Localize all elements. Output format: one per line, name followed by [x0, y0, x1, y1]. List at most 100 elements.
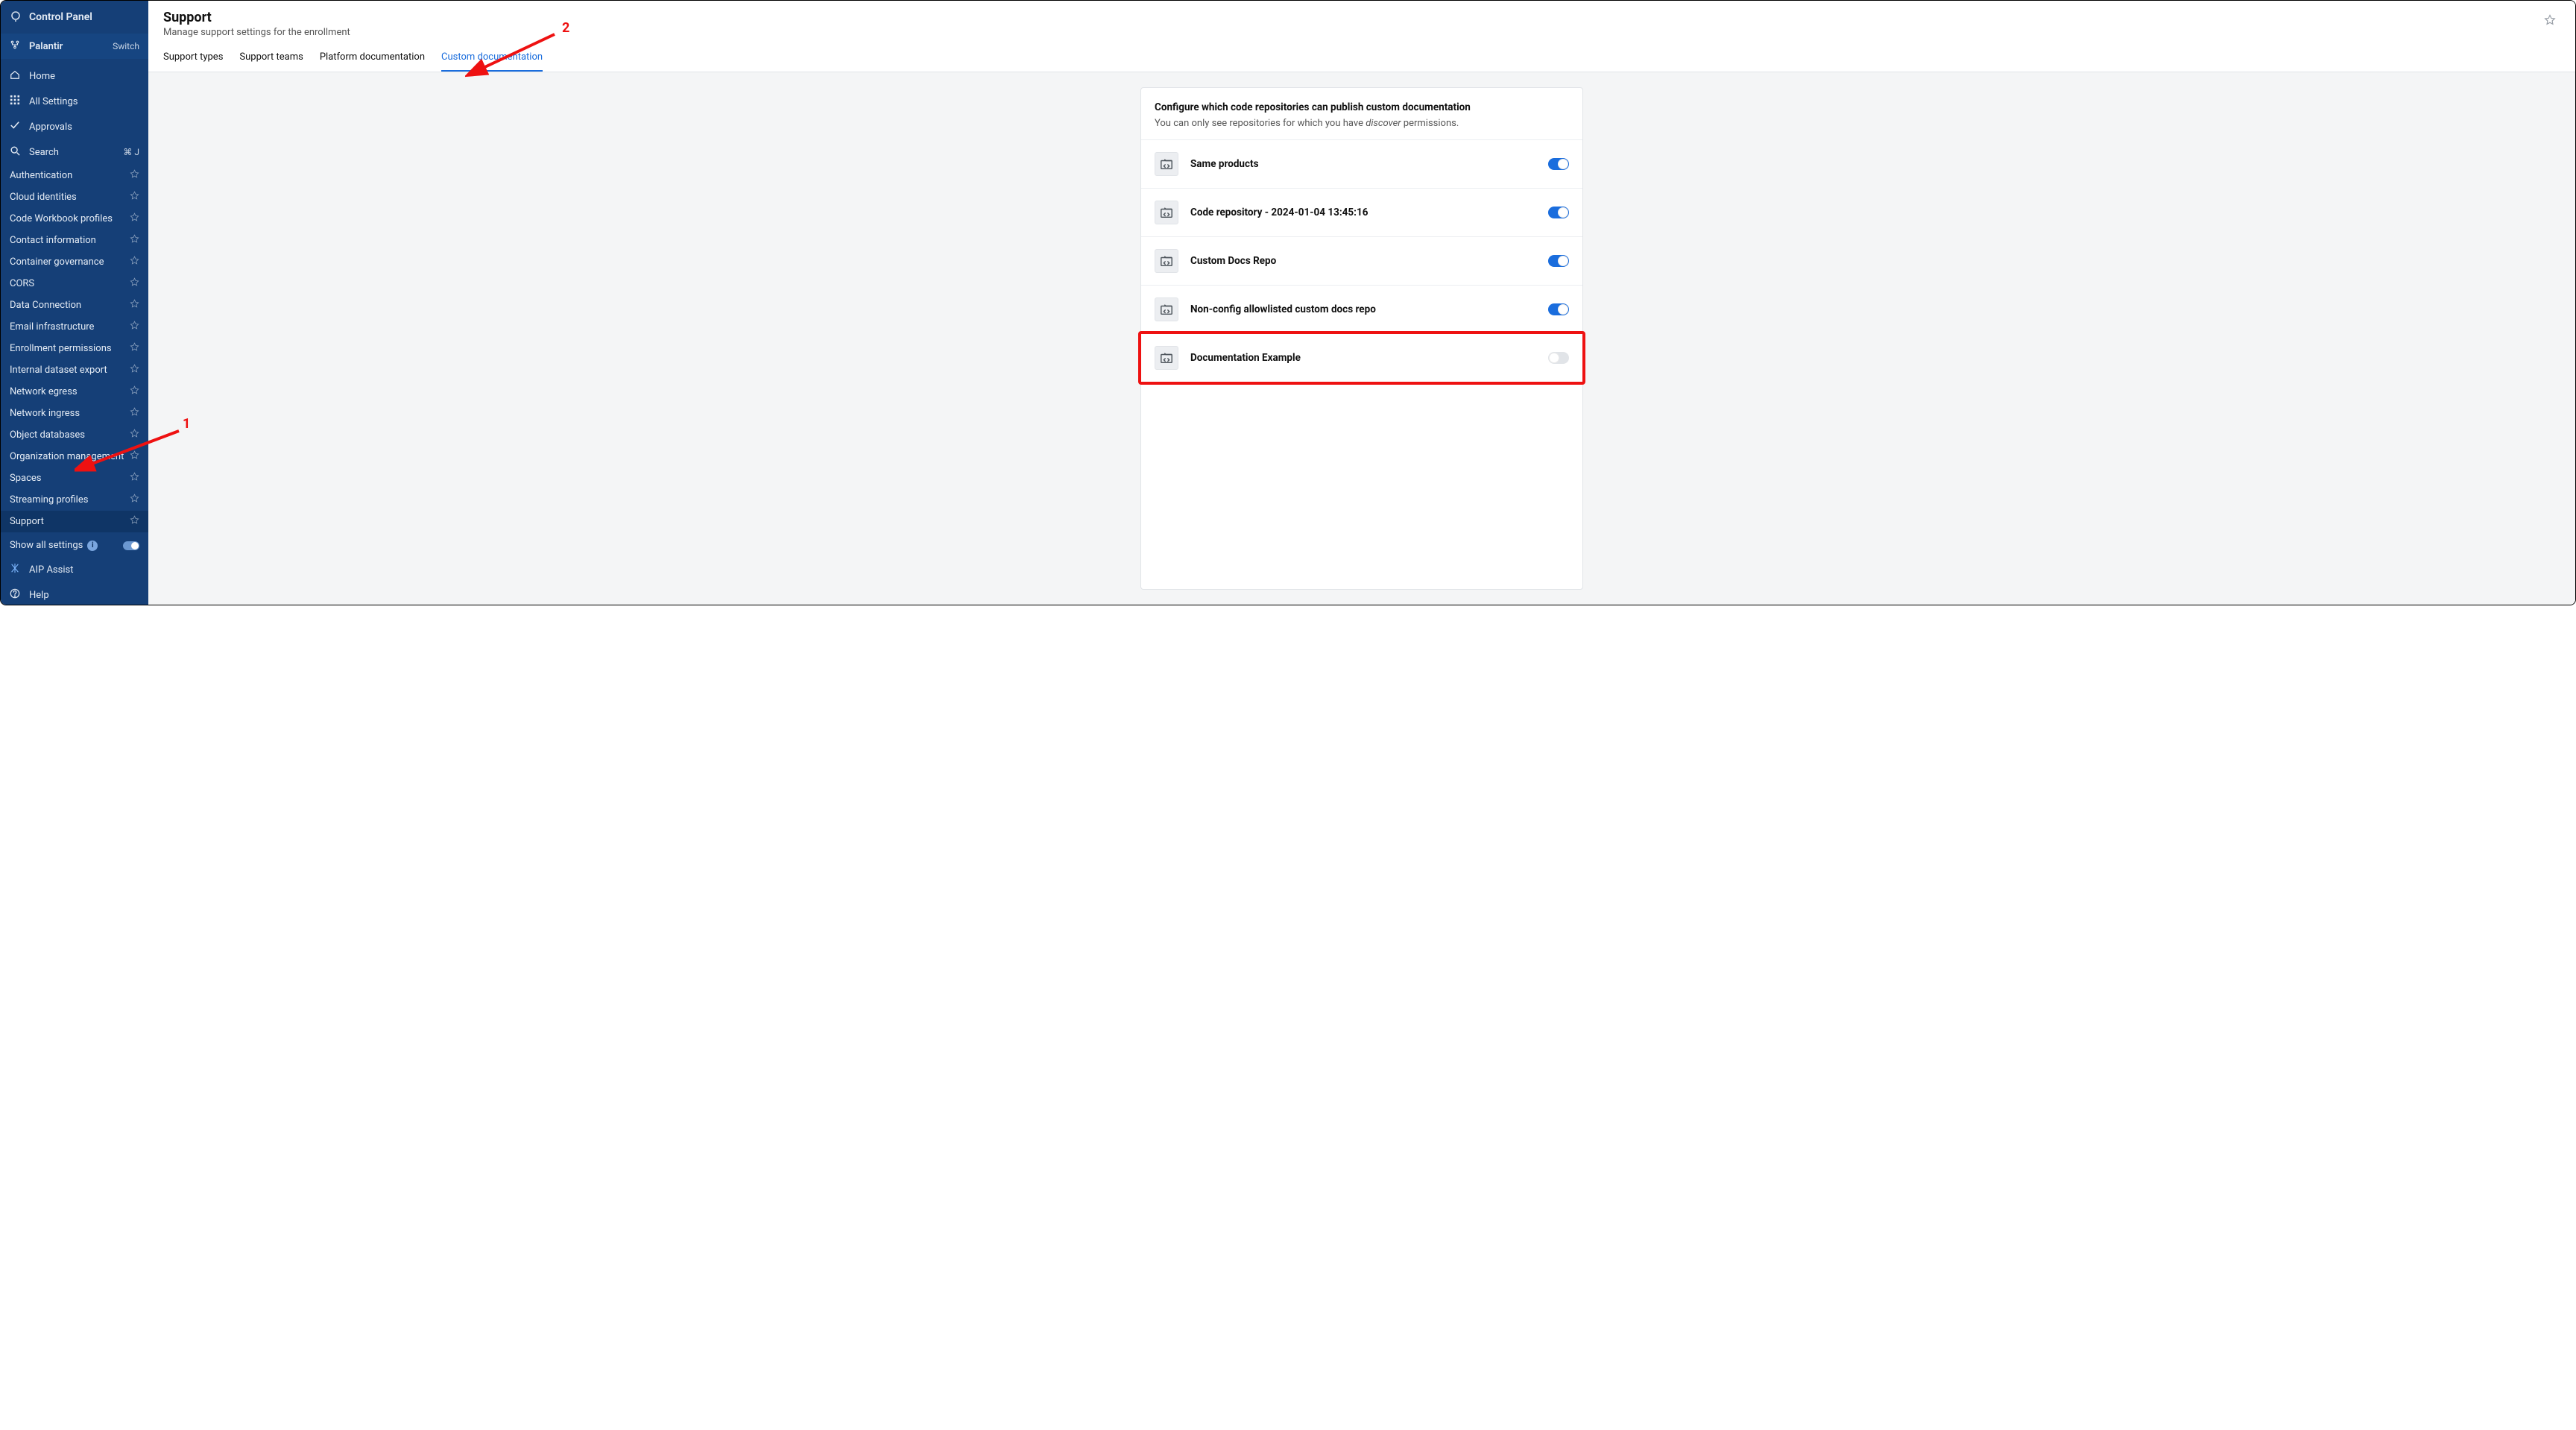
nav-label: Container governance [10, 256, 104, 268]
repo-label: Code repository - 2024-01-04 13:45:16 [1190, 207, 1368, 218]
repo-icon [1155, 297, 1178, 321]
main-content: Support Manage support settings for the … [148, 1, 2575, 605]
star-outline-icon [130, 277, 139, 287]
org-icon [10, 40, 20, 53]
nav-label: Search [29, 147, 59, 158]
sidebar-item-internal-dataset-export[interactable]: Internal dataset export [1, 359, 148, 381]
sidebar-item-streaming-profiles[interactable]: Streaming profiles [1, 489, 148, 511]
nav-label: Network ingress [10, 408, 80, 419]
page-header: Support Manage support settings for the … [148, 1, 2575, 72]
sidebar-primary-nav: Home All Settings Approvals Search [1, 59, 148, 165]
star-outline-icon [130, 299, 139, 309]
tabs: Support types Support teams Platform docum… [163, 51, 2560, 72]
sidebar-item-contact-information[interactable]: Contact information [1, 230, 148, 251]
panel-subtitle: You can only see repositories for which … [1155, 118, 1569, 129]
star-outline-icon [130, 364, 139, 374]
nav-label: Spaces [10, 473, 42, 484]
org-switch-link[interactable]: Switch [113, 41, 139, 51]
sidebar-item-authentication[interactable]: Authentication [1, 165, 148, 186]
sidebar-item-email-infrastructure[interactable]: Email infrastructure [1, 316, 148, 338]
nav-label: Contact information [10, 235, 96, 246]
repo-row: Same products [1141, 140, 1582, 189]
panel-title: Configure which code repositories can pu… [1155, 101, 1569, 113]
repo-label: Documentation Example [1190, 352, 1301, 364]
sidebar-item-container-governance[interactable]: Container governance [1, 251, 148, 273]
nav-label: Internal dataset export [10, 365, 107, 376]
nav-label: Data Connection [10, 300, 81, 311]
search-shortcut: ⌘ J [123, 147, 139, 157]
org-name: Palantir [29, 41, 63, 52]
star-outline-icon [130, 321, 139, 330]
nav-label: Home [29, 71, 55, 82]
tab-support-types[interactable]: Support types [163, 51, 223, 72]
repo-row: Code repository - 2024-01-04 13:45:16 [1141, 189, 1582, 237]
show-all-settings-row[interactable]: Show all settings i [1, 534, 148, 557]
sidebar-item-cloud-identities[interactable]: Cloud identities [1, 186, 148, 208]
repo-row: Non-config allowlisted custom docs repo [1141, 286, 1582, 334]
repo-toggle[interactable] [1548, 352, 1569, 364]
repo-toggle[interactable] [1548, 255, 1569, 267]
star-outline-icon [130, 472, 139, 482]
grid-icon [10, 95, 20, 108]
nav-label: Authentication [10, 170, 72, 181]
repo-label: Same products [1190, 158, 1259, 170]
info-icon: i [87, 541, 98, 551]
star-outline-icon [130, 234, 139, 244]
show-all-label: Show all settings [10, 540, 83, 551]
nav-search[interactable]: Search ⌘ J [1, 139, 148, 165]
repo-label: Non-config allowlisted custom docs repo [1190, 303, 1376, 315]
nav-label: Email infrastructure [10, 321, 94, 333]
nav-label: AIP Assist [29, 564, 73, 576]
nav-help[interactable]: Help [1, 582, 148, 605]
sidebar-header-label: Control Panel [29, 11, 92, 23]
repo-rows: Same products Code repository - 2024-01-0… [1141, 140, 1582, 382]
content-area: Configure which code repositories can pu… [148, 72, 2575, 605]
tab-support-teams[interactable]: Support teams [239, 51, 303, 72]
nav-approvals[interactable]: Approvals [1, 114, 148, 139]
repo-icon [1155, 249, 1178, 273]
app-frame: Control Panel Palantir Switch Home [0, 0, 2576, 605]
sidebar-item-enrollment-permissions[interactable]: Enrollment permissions [1, 338, 148, 359]
tab-platform-documentation[interactable]: Platform documentation [320, 51, 425, 72]
repo-toggle[interactable] [1548, 158, 1569, 170]
sidebar-item-data-connection[interactable]: Data Connection [1, 294, 148, 316]
repo-row: Documentation Example [1141, 334, 1582, 382]
nav-label: CORS [10, 278, 34, 289]
star-outline-icon [130, 212, 139, 222]
star-outline-icon [130, 429, 139, 438]
nav-label: Cloud identities [10, 192, 77, 203]
control-panel-icon [10, 10, 22, 25]
repo-toggle[interactable] [1548, 303, 1569, 315]
sidebar-item-organization-management[interactable]: Organization management [1, 446, 148, 467]
page-subtitle: Manage support settings for the enrollme… [163, 27, 350, 38]
sidebar-item-object-databases[interactable]: Object databases [1, 424, 148, 446]
nav-label: Streaming profiles [10, 494, 88, 505]
tab-custom-documentation[interactable]: Custom documentation [441, 51, 543, 72]
show-all-toggle[interactable] [123, 541, 139, 550]
star-button[interactable] [2539, 10, 2560, 34]
sidebar-item-code-workbook-profiles[interactable]: Code Workbook profiles [1, 208, 148, 230]
sidebar-item-network-ingress[interactable]: Network ingress [1, 403, 148, 424]
sidebar-item-cors[interactable]: CORS [1, 273, 148, 294]
star-outline-icon [130, 256, 139, 265]
nav-home[interactable]: Home [1, 63, 148, 89]
nav-label: Support [10, 516, 44, 527]
sidebar-item-support[interactable]: Support [1, 511, 148, 532]
nav-label: Object databases [10, 429, 85, 441]
sidebar-item-network-egress[interactable]: Network egress [1, 381, 148, 403]
repo-panel: Configure which code repositories can pu… [1140, 87, 1583, 590]
nav-all-settings[interactable]: All Settings [1, 89, 148, 114]
repo-toggle[interactable] [1548, 207, 1569, 218]
star-outline-icon [130, 515, 139, 525]
nav-aip-assist[interactable]: AIP Assist [1, 557, 148, 582]
sidebar-settings-list: Authentication Cloud identities Code Workb… [1, 165, 148, 532]
nav-label: All Settings [29, 96, 78, 107]
sidebar-org-row[interactable]: Palantir Switch [1, 34, 148, 59]
star-outline-icon [130, 494, 139, 503]
sidebar-item-spaces[interactable]: Spaces [1, 467, 148, 489]
star-outline-icon [130, 407, 139, 417]
repo-label: Custom Docs Repo [1190, 255, 1276, 267]
star-outline-icon [130, 169, 139, 179]
star-outline-icon [130, 385, 139, 395]
star-icon [2544, 14, 2556, 26]
